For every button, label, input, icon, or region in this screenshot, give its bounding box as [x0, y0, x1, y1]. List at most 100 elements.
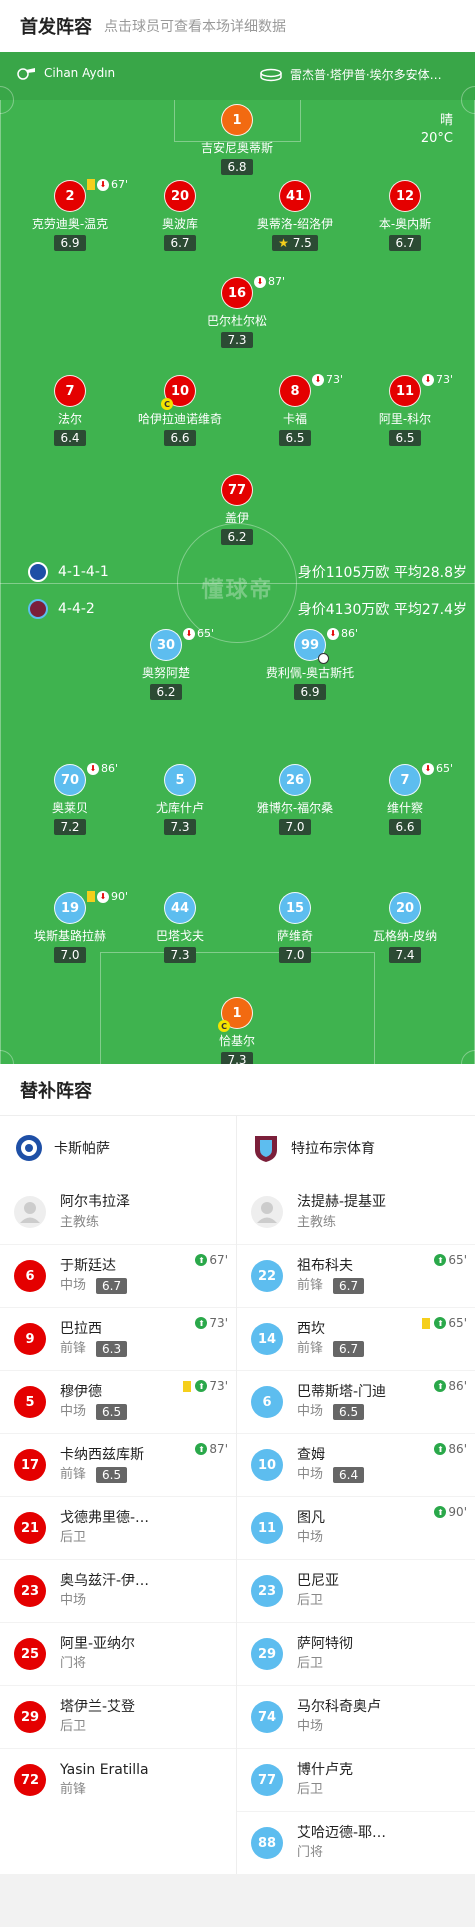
- yellow-card-icon: [87, 891, 95, 902]
- sub-player-row[interactable]: 9 巴拉西 前锋 6.3 ⬆ 73': [0, 1307, 236, 1370]
- pitch-player[interactable]: 7 ⬇ 65' 维什察 6.6: [350, 762, 460, 835]
- sub-event: ⬆ 65': [434, 1253, 467, 1267]
- sub-player-position: 后卫: [297, 1591, 339, 1611]
- sub-player-row[interactable]: 23 奥乌兹汗-伊… 中场: [0, 1559, 236, 1622]
- player-rating-text: 6.5: [285, 431, 305, 445]
- sub-player-row[interactable]: 17 卡纳西兹库斯 前锋 6.5 ⬆ 87': [0, 1433, 236, 1496]
- player-name: 奥努阿楚: [141, 666, 190, 680]
- event-minute: 73': [326, 373, 344, 386]
- sub-player-info: 卡纳西兹库斯 前锋 6.5: [60, 1445, 144, 1485]
- sub-player-row[interactable]: 14 西坎 前锋 6.7 ⬆ 65': [237, 1307, 475, 1370]
- sub-player-info: 马尔科奇奥卢 中场: [297, 1697, 381, 1737]
- sub-player-row[interactable]: 6 巴蒂斯塔-门迪 中场 6.5 ⬆ 86': [237, 1370, 475, 1433]
- captain-icon: C: [218, 1020, 230, 1032]
- sub-player-name: 卡纳西兹库斯: [60, 1447, 144, 1463]
- player-number: 15: [279, 892, 311, 924]
- player-rating-text: 7.3: [170, 820, 190, 834]
- player-number: 16: [221, 277, 253, 309]
- sub-player-name: 戈德弗里德-…: [60, 1510, 150, 1526]
- player-number-text: 26: [285, 772, 305, 788]
- pitch-player[interactable]: 8 ⬇ 73' 卡福 6.5: [240, 373, 350, 446]
- sub-player-row[interactable]: 72 Yasin Eratilla 前锋: [0, 1748, 236, 1811]
- pitch-player[interactable]: 15 萨维奇 7.0: [240, 892, 350, 963]
- player-number-text: 41: [285, 188, 305, 204]
- sub-player-row[interactable]: 29 塔伊兰-艾登 后卫: [0, 1685, 236, 1748]
- player-rating-text: 6.2: [156, 685, 176, 699]
- sub-player-row[interactable]: 74 马尔科奇奥卢 中场: [237, 1685, 475, 1748]
- away-coach[interactable]: 法提赫-提基亚 主教练: [237, 1180, 475, 1244]
- player-name: 哈伊拉迪诺维奇: [137, 412, 222, 426]
- player-rating-text: 6.6: [395, 820, 415, 834]
- pitch-player[interactable]: 11 ⬇ 73' 阿里-科尔 6.5: [350, 373, 460, 446]
- pitch-player[interactable]: 70 ⬇ 86' 奥莱贝 7.2: [15, 762, 125, 835]
- sub-player-row[interactable]: 10 查姆 中场 6.4 ⬆ 86': [237, 1433, 475, 1496]
- away-formation-text: 4-4-2: [58, 601, 95, 617]
- sub-player-number: 23: [14, 1575, 46, 1607]
- event-minute: 90': [448, 1505, 467, 1519]
- pitch-player[interactable]: 7 法尔 6.4: [15, 375, 125, 446]
- player-name: 埃斯基路拉赫: [33, 929, 106, 943]
- pitch-player[interactable]: 19 ⬇ 90' 埃斯基路拉赫 7.0: [15, 890, 128, 963]
- pitch-player[interactable]: 1 C 恰基尔 7.3: [182, 997, 292, 1064]
- goal-ball-icon: [318, 653, 329, 664]
- sub-player-name: 奥乌兹汗-伊…: [60, 1573, 150, 1589]
- pitch-player[interactable]: 77 盖伊 6.2: [182, 474, 292, 545]
- player-rating: 6.6: [389, 819, 421, 835]
- sub-player-name: 西坎: [297, 1321, 325, 1337]
- sub-out-icon: ⬇: [97, 178, 109, 191]
- sub-player-row[interactable]: 21 戈德弗里德-… 后卫: [0, 1496, 236, 1559]
- sub-player-row[interactable]: 88 艾哈迈德-耶… 门将: [237, 1811, 475, 1874]
- position-text: 后卫: [60, 1530, 87, 1545]
- player-number-text: 5: [175, 772, 185, 788]
- home-team-row[interactable]: 卡斯帕萨: [0, 1116, 236, 1180]
- sub-player-name: 穆伊德: [60, 1384, 102, 1400]
- player-rating-text: 6.8: [227, 160, 247, 174]
- pitch-player[interactable]: 41 奥蒂洛-绍洛伊 ★ 7.5: [240, 180, 350, 251]
- player-number-text: 99: [300, 637, 320, 653]
- event-minute: 87': [209, 1442, 228, 1456]
- sub-player-position: 后卫: [297, 1654, 353, 1674]
- sub-player-number: 11: [251, 1512, 283, 1544]
- sub-player-row[interactable]: 23 巴尼亚 后卫: [237, 1559, 475, 1622]
- player-rating-text: 7.3: [170, 948, 190, 962]
- position-text: 前锋: [297, 1278, 324, 1293]
- player-number-text: 16: [227, 285, 247, 301]
- pitch-player[interactable]: 20 瓦格纳-皮纳 7.4: [350, 892, 460, 963]
- sub-player-rating: 6.4: [333, 1467, 365, 1483]
- sub-player-row[interactable]: 25 阿里-亚纳尔 门将: [0, 1622, 236, 1685]
- player-number: 77: [221, 474, 253, 506]
- pitch-player[interactable]: 20 奥波库 6.7: [125, 180, 235, 251]
- pitch-player[interactable]: 44 巴塔戈夫 7.3: [125, 892, 235, 963]
- pitch-player[interactable]: 1 吉安尼奥蒂斯 6.8: [182, 104, 292, 175]
- player-number: 70: [54, 764, 86, 796]
- pitch-player[interactable]: 30 ⬇ 65' 奥努阿楚 6.2: [111, 627, 221, 700]
- sub-player-row[interactable]: 11 图凡 中场 ⬆ 90': [237, 1496, 475, 1559]
- pitch-player[interactable]: 26 雅博尔-福尔桑 7.0: [240, 764, 350, 835]
- sub-player-row[interactable]: 6 于斯廷达 中场 6.7 ⬆ 67': [0, 1244, 236, 1307]
- pitch-player[interactable]: 10 C 哈伊拉迪诺维奇 6.6: [125, 375, 235, 446]
- sub-player-position: 前锋: [60, 1780, 149, 1800]
- sub-in-icon: ⬆: [434, 1317, 447, 1329]
- player-event: ⬇ 73': [312, 373, 343, 386]
- pitch-player[interactable]: 12 本-奥内斯 6.7: [350, 180, 460, 251]
- sub-player-row[interactable]: 29 萨阿特彻 后卫: [237, 1622, 475, 1685]
- player-rating: 6.7: [164, 235, 196, 251]
- player-name: 本-奥内斯: [378, 217, 432, 231]
- sub-player-number: 10: [251, 1449, 283, 1481]
- sub-player-row[interactable]: 77 博什卢克 后卫: [237, 1748, 475, 1811]
- away-team-row[interactable]: 特拉布宗体育: [237, 1116, 475, 1180]
- weather: 晴 20°C: [421, 112, 453, 148]
- pitch-player[interactable]: 16 ⬇ 87' 巴尔杜尔松 7.3: [182, 275, 292, 348]
- sub-player-position: 前锋 6.7: [297, 1339, 365, 1359]
- sub-player-info: 图凡 中场: [297, 1508, 325, 1548]
- pitch-player[interactable]: 2 ⬇ 67' 克劳迪奥-温克 6.9: [15, 178, 128, 251]
- sub-player-info: 阿里-亚纳尔 门将: [60, 1634, 135, 1674]
- sub-player-row[interactable]: 22 祖布科夫 前锋 6.7 ⬆ 65': [237, 1244, 475, 1307]
- pitch-player[interactable]: 99 ⬇ 86' 费利佩-奥古斯托 6.9: [255, 627, 365, 700]
- pitch-player[interactable]: 5 尤库什卢 7.3: [125, 764, 235, 835]
- player-number: 10 C: [161, 375, 196, 410]
- player-number: 20: [164, 180, 196, 212]
- assistant-names: 雷杰普·塔伊普·埃尔多安体…: [290, 68, 442, 82]
- sub-player-row[interactable]: 5 穆伊德 中场 6.5 ⬆ 73': [0, 1370, 236, 1433]
- home-coach[interactable]: 阿尔韦拉泽 主教练: [0, 1180, 236, 1244]
